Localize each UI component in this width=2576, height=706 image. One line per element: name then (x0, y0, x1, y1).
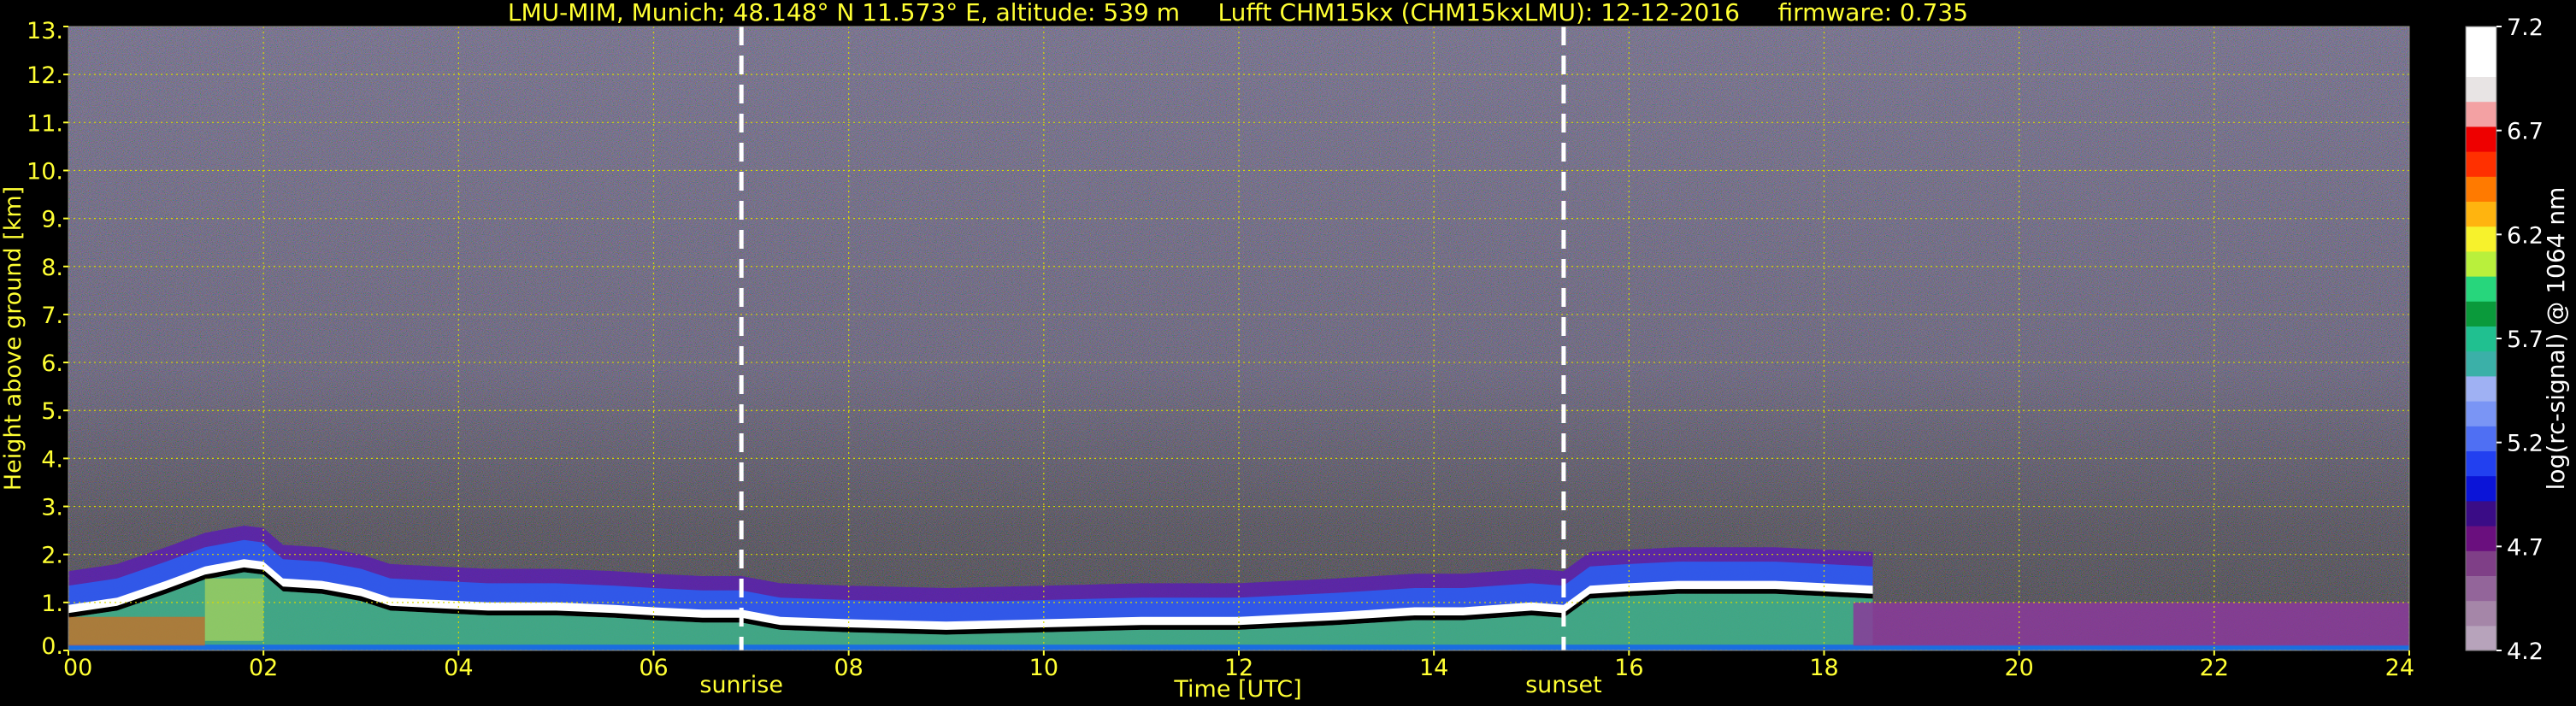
colorbar-segment (2466, 600, 2496, 627)
plot-area (68, 26, 2409, 650)
colorbar-segment (2466, 250, 2496, 277)
colorbar-segment (2466, 101, 2496, 127)
x-tick-label: 16 (1614, 655, 1643, 681)
colorbar-segment (2466, 475, 2496, 502)
evening-aerosol-band (1853, 602, 2409, 646)
colorbar-segment (2466, 151, 2496, 177)
colorbar-segment (2466, 326, 2496, 352)
y-tick-label: 11. (27, 110, 63, 137)
x-tick-label: 02 (249, 655, 278, 681)
chart-title: LMU-MIM, Munich; 48.148° N 11.573° E, al… (508, 0, 1968, 26)
early-peak-signal (204, 578, 264, 641)
y-tick-label: 10. (27, 158, 63, 185)
colorbar-segment (2466, 575, 2496, 602)
y-tick-label: 2. (41, 543, 63, 569)
y-tick-label: 9. (41, 207, 63, 233)
colorbar-tick-label: 4.2 (2507, 638, 2544, 665)
y-tick-label: 5. (41, 398, 63, 425)
y-tick-label: 4. (41, 446, 63, 473)
colorbar-ticks: 4.2 4.7 5.2 5.7 6.2 6.7 7.2 (2496, 15, 2544, 665)
x-tick-label: 14 (1419, 655, 1448, 681)
colorbar-segment (2466, 401, 2496, 427)
x-axis-label: Time [UTC] (1173, 676, 1301, 703)
y-axis-label: Height above ground [km] (0, 186, 27, 491)
y-tick-label: 8. (41, 255, 63, 281)
colorbar-segment (2466, 550, 2496, 576)
colorbar-segment (2466, 625, 2496, 651)
colorbar-segment (2466, 26, 2496, 52)
y-tick-label: 1. (41, 591, 63, 617)
colorbar-segment (2466, 350, 2496, 377)
y-tick-label: 13. (27, 18, 63, 44)
colorbar-segment (2466, 126, 2496, 152)
colorbar-tick-label: 4.7 (2507, 534, 2544, 561)
colorbar-segment (2466, 426, 2496, 451)
colorbar-segment (2466, 276, 2496, 302)
x-tick-label: 10 (1029, 655, 1058, 681)
x-tick-label: 18 (1809, 655, 1838, 681)
colorbar (2465, 26, 2497, 651)
colorbar-segment (2466, 176, 2496, 202)
sunset-label: sunset (1525, 672, 1602, 698)
x-tick-label: 24 (2385, 655, 2414, 681)
x-tick-label: 00 (63, 655, 92, 681)
y-tick-label: 0. (41, 633, 63, 660)
colorbar-label: log(rc-signal) @ 1064 nm (2542, 187, 2570, 491)
colorbar-tick-label: 5.7 (2507, 327, 2544, 353)
x-tick-label: 06 (639, 655, 668, 681)
x-tick-label: 04 (444, 655, 473, 681)
sunrise-label: sunrise (699, 672, 783, 698)
colorbar-segment (2466, 76, 2496, 103)
colorbar-segment (2466, 226, 2496, 252)
colorbar-segment (2466, 51, 2496, 77)
ceilometer-chart: LMU-MIM, Munich; 48.148° N 11.573° E, al… (0, 0, 2570, 703)
colorbar-segment (2466, 500, 2496, 527)
y-tick-label: 6. (41, 350, 63, 377)
y-tick-label: 12. (27, 62, 63, 89)
colorbar-tick-label: 6.2 (2507, 222, 2544, 249)
colorbar-segment (2466, 450, 2496, 477)
x-tick-label: 20 (2004, 655, 2033, 681)
y-axis-ticks: 0. 1. 2. 3. 4. 5. 6. 7. 8. 9. 10. 11. 12. 13. (27, 18, 68, 660)
colorbar-segment (2466, 375, 2496, 402)
colorbar-segment (2466, 201, 2496, 227)
early-high-signal (68, 616, 205, 646)
colorbar-tick-label: 6.7 (2507, 119, 2544, 145)
y-tick-label: 7. (41, 303, 63, 329)
x-tick-label: 22 (2200, 655, 2229, 681)
x-tick-label: 08 (834, 655, 863, 681)
colorbar-segment (2466, 526, 2496, 551)
colorbar-segment (2466, 301, 2496, 327)
colorbar-tick-label: 7.2 (2507, 15, 2544, 41)
y-tick-label: 3. (41, 495, 63, 521)
colorbar-tick-label: 5.2 (2507, 431, 2544, 457)
